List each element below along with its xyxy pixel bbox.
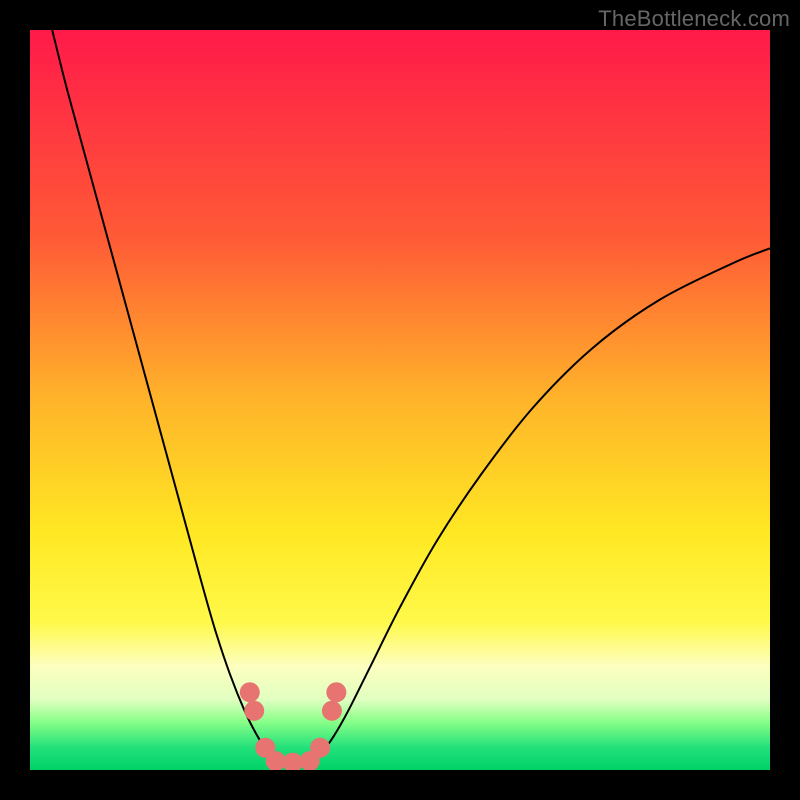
watermark-text: TheBottleneck.com xyxy=(598,6,790,32)
marker-dot xyxy=(322,701,342,721)
marker-dot xyxy=(244,701,264,721)
bottleneck-chart xyxy=(30,30,770,770)
marker-dot xyxy=(310,738,330,758)
marker-dot xyxy=(240,682,260,702)
marker-dot xyxy=(326,682,346,702)
gradient-background xyxy=(30,30,770,770)
plot-frame xyxy=(30,30,770,770)
